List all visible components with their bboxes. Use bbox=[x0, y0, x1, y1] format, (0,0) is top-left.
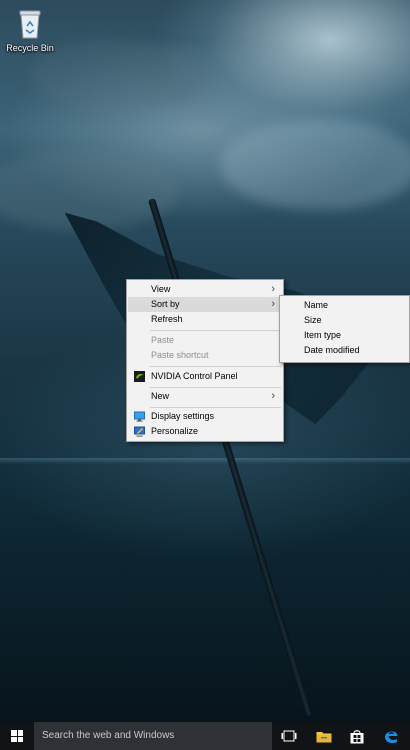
edge-button[interactable] bbox=[375, 722, 407, 750]
menu-item-personalize[interactable]: Personalize bbox=[128, 424, 282, 439]
personalize-icon bbox=[134, 426, 145, 437]
menu-item-refresh[interactable]: Refresh bbox=[128, 312, 282, 327]
submenu-item-label: Date modified bbox=[304, 345, 360, 355]
menu-separator bbox=[150, 330, 281, 331]
menu-item-nvidia-control-panel[interactable]: NVIDIA Control Panel bbox=[128, 369, 282, 384]
chevron-right-icon: › bbox=[271, 390, 275, 402]
menu-item-label: Paste shortcut bbox=[151, 350, 209, 360]
nvidia-icon bbox=[134, 371, 145, 382]
chevron-right-icon: › bbox=[271, 298, 275, 310]
menu-item-sort-by[interactable]: Sort by › bbox=[128, 297, 282, 312]
store-icon bbox=[350, 729, 364, 743]
menu-item-label: Personalize bbox=[151, 426, 199, 436]
folder-icon bbox=[316, 731, 332, 742]
search-placeholder: Search the web and Windows bbox=[42, 730, 175, 741]
submenu-item-label: Name bbox=[304, 300, 329, 310]
menu-item-label: View bbox=[151, 284, 171, 294]
sort-by-submenu: Name Size Item type Date modified bbox=[279, 295, 410, 363]
submenu-item-size[interactable]: Size bbox=[281, 313, 408, 328]
menu-separator bbox=[150, 387, 281, 388]
menu-item-label: Refresh bbox=[151, 314, 183, 324]
submenu-item-date-modified[interactable]: Date modified bbox=[281, 343, 408, 358]
submenu-item-label: Size bbox=[304, 315, 322, 325]
display-settings-icon bbox=[134, 411, 145, 422]
store-button[interactable] bbox=[341, 722, 373, 750]
search-box[interactable]: Search the web and Windows bbox=[34, 722, 272, 750]
submenu-item-label: Item type bbox=[304, 330, 342, 340]
windows-logo-icon bbox=[11, 730, 23, 742]
menu-item-label: Paste bbox=[151, 335, 175, 345]
menu-item-display-settings[interactable]: Display settings bbox=[128, 409, 282, 424]
menu-item-label: Display settings bbox=[151, 411, 215, 421]
submenu-item-item-type[interactable]: Item type bbox=[281, 328, 408, 343]
edge-icon bbox=[385, 731, 398, 744]
menu-item-paste-shortcut[interactable]: Paste shortcut bbox=[128, 348, 282, 363]
menu-item-new[interactable]: New › bbox=[128, 389, 282, 404]
task-view-icon bbox=[281, 730, 297, 742]
file-explorer-button[interactable] bbox=[308, 722, 340, 750]
chevron-right-icon: › bbox=[271, 283, 275, 295]
desktop-context-menu: View › Sort by › Refresh Paste Paste sho… bbox=[126, 279, 284, 442]
desktop-icon-label: Recycle Bin bbox=[6, 43, 54, 53]
submenu-item-name[interactable]: Name bbox=[281, 298, 408, 313]
menu-item-label: Sort by bbox=[151, 299, 180, 309]
recycle-bin-icon bbox=[16, 8, 44, 40]
task-view-button[interactable] bbox=[273, 722, 305, 750]
menu-item-label: New bbox=[151, 391, 170, 401]
start-button[interactable] bbox=[0, 722, 34, 750]
menu-item-paste[interactable]: Paste bbox=[128, 333, 282, 348]
menu-separator bbox=[150, 407, 281, 408]
menu-separator bbox=[150, 366, 281, 367]
menu-item-label: NVIDIA Control Panel bbox=[151, 371, 238, 381]
taskbar: Search the web and Windows bbox=[0, 722, 410, 750]
desktop-icon-recycle-bin[interactable]: Recycle Bin bbox=[4, 8, 56, 64]
menu-item-view[interactable]: View › bbox=[128, 282, 282, 297]
